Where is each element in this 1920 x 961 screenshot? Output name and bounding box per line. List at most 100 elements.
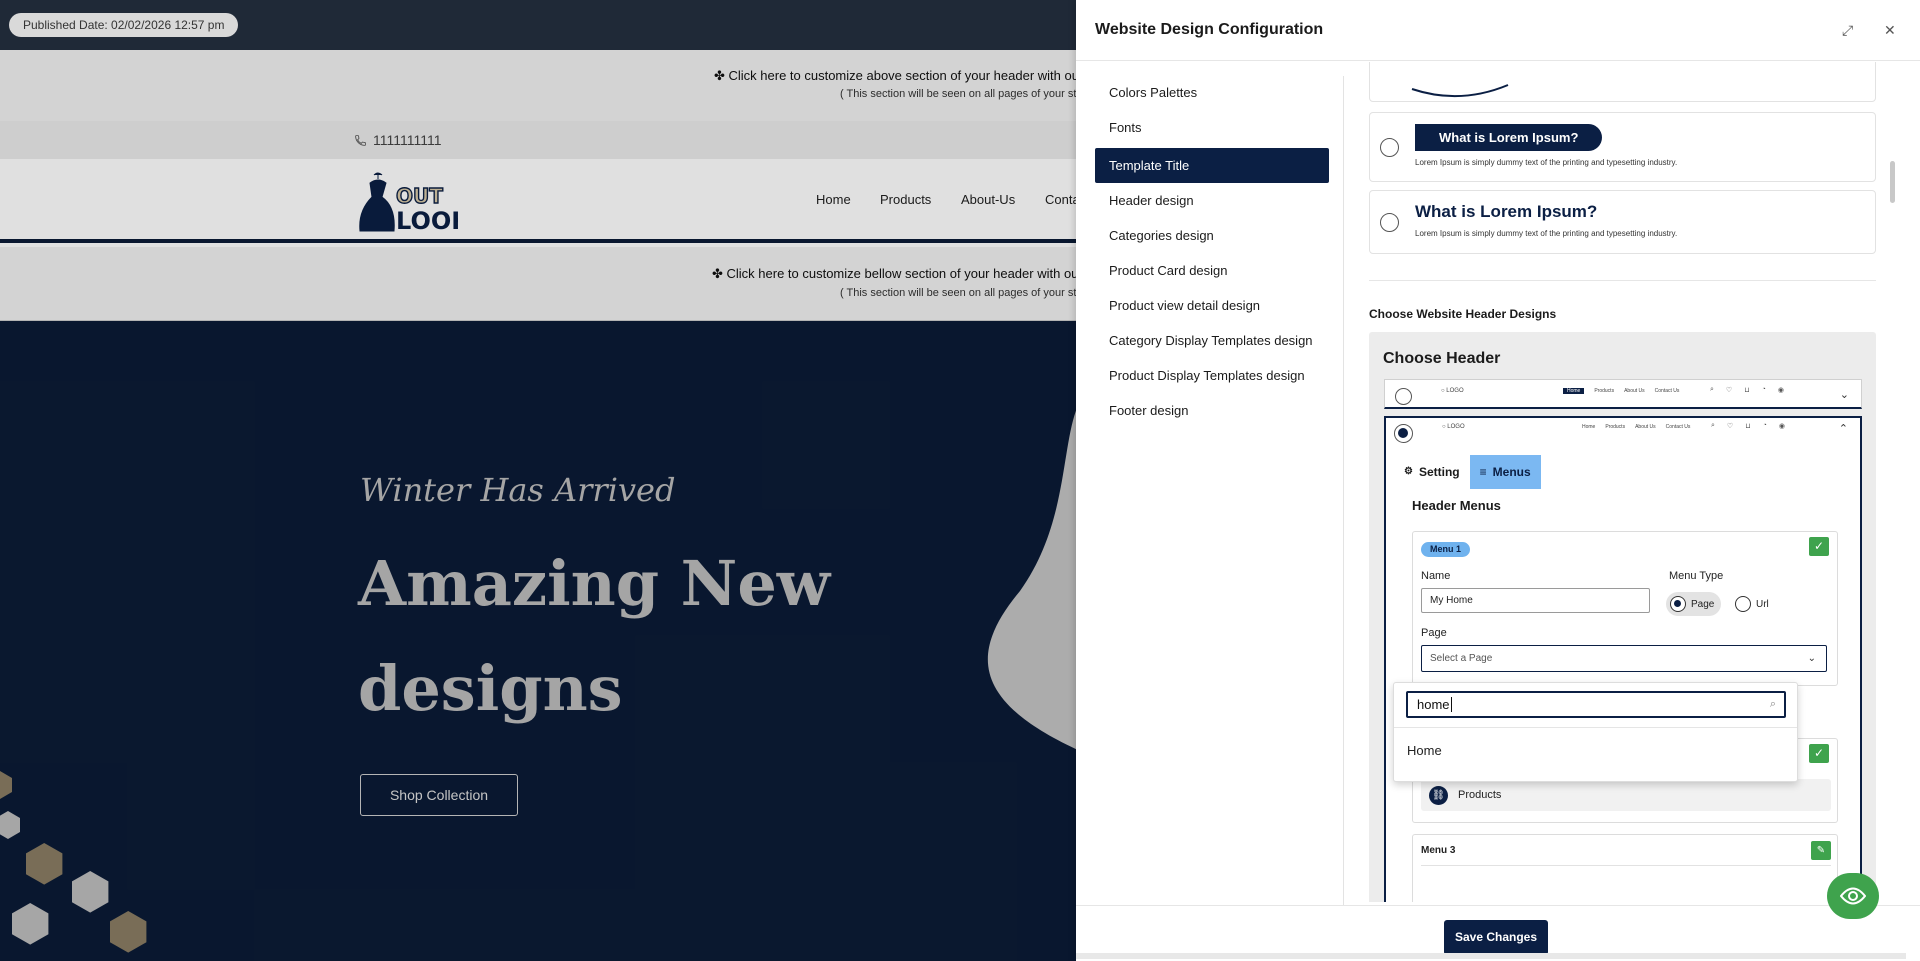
tab-menus[interactable]: ≡ Menus — [1469, 455, 1541, 489]
mini-notification-icon: ◔ — [1761, 386, 1766, 393]
panel-title: Website Design Configuration — [1095, 21, 1324, 38]
scroll-thumb[interactable] — [1890, 161, 1895, 203]
mini-nav-about-2: About Us — [1635, 424, 1656, 430]
tab-menus-label: Menus — [1492, 465, 1531, 479]
chevron-down-icon: ⌄ — [1807, 653, 1816, 664]
dropdown-search-value: home — [1417, 697, 1450, 712]
menu-header-design[interactable]: Header design — [1095, 186, 1329, 221]
page-radio-dot — [1670, 596, 1686, 612]
menu-product-card-design[interactable]: Product Card design — [1095, 256, 1329, 291]
name-label: Name — [1421, 570, 1451, 582]
mini-nav-contact-1: Contact Us — [1654, 388, 1680, 394]
tab-setting[interactable]: ⚙ Setting — [1394, 455, 1470, 489]
menu-product-display-templates[interactable]: Product Display Templates design — [1095, 361, 1329, 396]
menu-name-input[interactable]: My Home — [1421, 588, 1650, 613]
mini-bag-icon: ⊔ — [1744, 387, 1750, 394]
menu-type-page-radio[interactable]: Page — [1666, 592, 1722, 616]
header-design-box: Choose Header ○ LOGO Home Products About… — [1369, 332, 1876, 902]
config-side-menu: Colors Palettes Fonts Template Title Hea… — [1095, 78, 1329, 431]
panel-divider — [1343, 76, 1344, 906]
close-icon[interactable]: ✕ — [1884, 22, 1896, 39]
horizontal-scrollbar[interactable] — [1076, 953, 1906, 959]
store-preview: Published Date: 02/02/2026 12:57 pm ✤ Cl… — [0, 0, 1076, 961]
plain-title-sample: What is Lorem Ipsum? — [1415, 202, 1598, 221]
expand-icon[interactable]: ⤢ — [1842, 22, 1853, 39]
menu-categories-design[interactable]: Categories design — [1095, 221, 1329, 256]
page-select[interactable]: Select a Page ⌄ — [1421, 645, 1827, 672]
swoosh-decoration — [1411, 84, 1509, 98]
menu-type-label: Menu Type — [1669, 570, 1724, 582]
pill-title-sample: What is Lorem Ipsum? — [1415, 124, 1603, 151]
mini-nav-home-2: Home — [1582, 424, 1596, 430]
menu-2-confirm-button[interactable]: ✓ — [1809, 744, 1829, 763]
menu-2-product-row[interactable]: ⛓ Products — [1421, 779, 1831, 811]
dropdown-search-input[interactable]: home ⌕ — [1406, 691, 1786, 718]
mini-nav-contact-2: Contact Us — [1665, 424, 1691, 430]
menu-footer-design[interactable]: Footer design — [1095, 396, 1329, 431]
menu-3-divider — [1421, 865, 1831, 866]
menu-1-badge: Menu 1 — [1421, 542, 1471, 557]
page-select-placeholder: Select a Page — [1430, 653, 1493, 664]
dropdown-separator — [1394, 727, 1797, 728]
template-option-pill[interactable]: What is Lorem Ipsum? Lorem Ipsum is simp… — [1369, 112, 1876, 182]
vertical-scrollbar[interactable] — [1890, 75, 1895, 905]
mini-notification-icon: ◔ — [1762, 422, 1767, 429]
mini-nav-home-1: Home — [1563, 388, 1585, 394]
mini-nav-about-1: About Us — [1624, 388, 1645, 394]
header-designs-label: Choose Website Header Designs — [1369, 307, 1557, 321]
plain-lorem-text: Lorem Ipsum is simply dummy text of the … — [1415, 229, 1678, 238]
pill-lorem-text: Lorem Ipsum is simply dummy text of the … — [1415, 158, 1678, 167]
mini-icons-2: ⌕ ♡ ⊔ ◔ ◉ — [1711, 422, 1785, 430]
template-option-plain[interactable]: What is Lorem Ipsum? Lorem Ipsum is simp… — [1369, 190, 1876, 254]
mini-logo-1: ○ LOGO — [1441, 388, 1464, 394]
page-radio-label: Page — [1691, 598, 1715, 610]
chevron-up-icon[interactable]: ⌃ — [1839, 422, 1848, 435]
menu-3-edit-button[interactable]: ✎ — [1811, 841, 1831, 860]
menu-category-display-templates[interactable]: Category Display Templates design — [1095, 326, 1329, 361]
menu-1-confirm-button[interactable]: ✓ — [1809, 537, 1829, 556]
page-dropdown: home ⌕ Home — [1393, 682, 1798, 782]
header-option-2[interactable]: ○ LOGO Home Products About Us Contact Us… — [1384, 416, 1862, 902]
published-date-badge: Published Date: 02/02/2026 12:57 pm — [9, 13, 239, 37]
menu-type-url-radio[interactable]: Url — [1731, 592, 1776, 616]
config-panel: Website Design Configuration ⤢ ✕ Colors … — [1076, 0, 1920, 961]
search-icon: ⌕ — [1769, 698, 1776, 710]
mini-bag-icon: ⊔ — [1745, 423, 1751, 430]
mini-search-icon: ⌕ — [1711, 422, 1715, 429]
header-radio-2[interactable] — [1394, 424, 1413, 443]
chevron-down-icon[interactable]: ⌄ — [1840, 388, 1849, 401]
menu-2-item-label: Products — [1458, 789, 1502, 801]
menu-3-card: Menu 3 ✎ — [1412, 834, 1838, 902]
mini-wish-icon: ♡ — [1725, 387, 1733, 394]
dropdown-option-home[interactable]: Home — [1407, 743, 1442, 758]
url-radio-dot — [1735, 596, 1751, 612]
mini-nav-products-2: Products — [1605, 424, 1626, 430]
mini-icons-1: ⌕ ♡ ⊔ ◔ ◉ — [1710, 386, 1784, 394]
save-changes-button[interactable]: Save Changes — [1444, 920, 1548, 955]
link-icon: ⛓ — [1429, 785, 1448, 805]
panel-header: Website Design Configuration ⤢ ✕ — [1076, 0, 1920, 61]
gear-icon: ⚙ — [1404, 466, 1413, 477]
mini-search-icon: ⌕ — [1710, 386, 1714, 393]
template-radio-pill[interactable] — [1380, 138, 1399, 157]
menu-3-label: Menu 3 — [1421, 845, 1456, 856]
menu-template-title[interactable]: Template Title — [1095, 148, 1329, 183]
menu-lines-icon: ≡ — [1479, 465, 1487, 479]
header-radio-1[interactable] — [1395, 388, 1412, 405]
preview-topbar: Published Date: 02/02/2026 12:57 pm — [0, 0, 1076, 50]
mini-nav-products-1: Products — [1594, 388, 1615, 394]
template-option-partial[interactable] — [1369, 62, 1876, 102]
menu-colors-palettes[interactable]: Colors Palettes — [1095, 78, 1329, 113]
section-divider — [1369, 280, 1876, 281]
menu-fonts[interactable]: Fonts — [1095, 113, 1329, 148]
header-option-1[interactable]: ○ LOGO Home Products About Us Contact Us… — [1384, 379, 1862, 409]
template-radio-plain[interactable] — [1380, 213, 1399, 232]
preview-eye-button[interactable] — [1827, 873, 1879, 919]
url-radio-label: Url — [1756, 598, 1769, 610]
menu-1-card: Menu 1 ✓ Name My Home Menu Type Page Url… — [1412, 531, 1838, 686]
mini-profile-icon: ◉ — [1777, 387, 1785, 394]
preview-overlay — [0, 50, 1076, 961]
page-label: Page — [1421, 627, 1447, 639]
header-menus-title: Header Menus — [1412, 498, 1501, 513]
menu-product-view-detail-design[interactable]: Product view detail design — [1095, 291, 1329, 326]
